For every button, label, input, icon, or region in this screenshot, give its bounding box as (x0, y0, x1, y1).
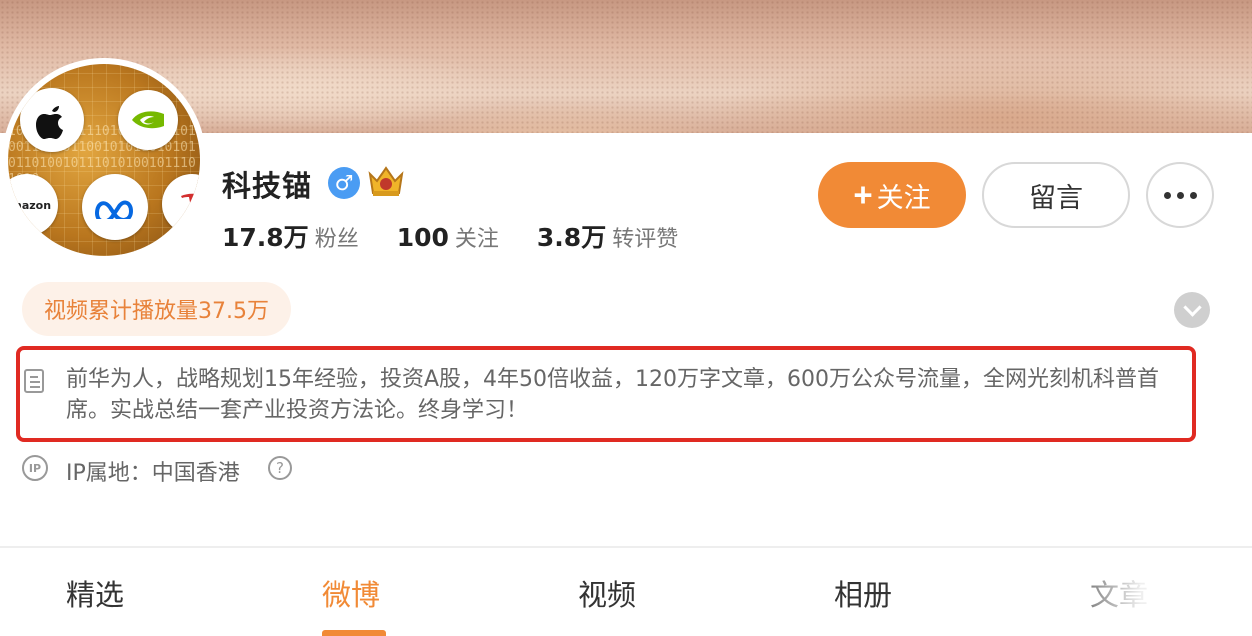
stat-label: 关注 (454, 227, 499, 252)
stats-row: 17.8万 粉丝 100 关注 3.8万 转评赞 (222, 218, 716, 254)
tab-weibo[interactable]: 微博 (322, 572, 380, 614)
more-dots-icon (1176, 191, 1184, 199)
male-icon: ♂ (328, 167, 360, 199)
follow-button[interactable]: + 关注 (818, 162, 966, 228)
more-dots-icon (1189, 191, 1197, 199)
tab-featured[interactable]: 精选 (66, 572, 124, 614)
stat-label: 转评赞 (612, 227, 679, 252)
more-dots-icon (1163, 191, 1171, 199)
ip-location-icon: IP (22, 455, 48, 481)
nvidia-logo-icon (118, 90, 178, 150)
crown-icon[interactable] (366, 164, 406, 198)
tab-videos[interactable]: 视频 (578, 572, 636, 614)
avatar[interactable]: 1010101001110101101011010011101011001010… (8, 64, 200, 256)
message-button-label: 留言 (1029, 182, 1083, 213)
more-button[interactable] (1146, 162, 1214, 228)
amazon-logo-text: amazon (8, 198, 52, 212)
stat-following[interactable]: 100 关注 (397, 221, 499, 253)
active-tab-indicator (322, 630, 386, 636)
stat-value: 100 (396, 223, 449, 252)
meta-logo-icon (82, 174, 148, 240)
plus-icon: + (853, 176, 873, 213)
stat-value: 3.8万 (536, 223, 607, 252)
bio-text: 前华为人，战略规划15年经验，投资A股，4年50倍收益，120万字文章，600万… (66, 367, 1160, 423)
stat-interactions[interactable]: 3.8万 转评赞 (537, 218, 678, 254)
tab-albums[interactable]: 相册 (834, 572, 892, 614)
stat-fans[interactable]: 17.8万 粉丝 (222, 218, 359, 254)
stat-value: 17.8万 (222, 223, 309, 252)
apple-logo-icon (20, 88, 84, 152)
stat-label: 粉丝 (314, 227, 359, 252)
document-icon (24, 369, 44, 393)
tab-divider (0, 546, 1252, 548)
help-icon[interactable]: ? (268, 456, 292, 480)
follow-button-label: 关注 (876, 182, 931, 213)
tab-scroll-fade (1050, 560, 1252, 636)
ip-location-text: IP属地：中国香港 (66, 461, 240, 486)
username: 科技锚 (222, 169, 313, 203)
expand-chevron-icon[interactable] (1174, 292, 1210, 328)
video-views-badge[interactable]: 视频累计播放量37.5万 (22, 282, 291, 336)
message-button[interactable]: 留言 (982, 162, 1130, 228)
